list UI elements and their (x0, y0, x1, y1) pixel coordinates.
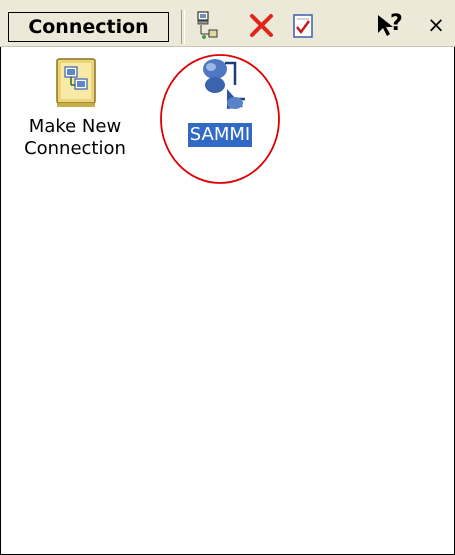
make-new-connection-label-line1: Make New (28, 116, 122, 137)
toolbar-separator (181, 10, 185, 44)
close-button[interactable]: × (421, 9, 451, 43)
make-new-connection-item[interactable]: Make New Connection (10, 55, 140, 161)
annotation-circle (160, 54, 280, 184)
network-properties-icon (197, 11, 218, 39)
select-all-button[interactable] (288, 9, 318, 43)
make-new-connection-icon (56, 58, 96, 107)
network-properties-button[interactable] (192, 9, 222, 43)
close-icon: × (427, 13, 445, 37)
command-bar: Connection ? × (0, 0, 455, 47)
delete-button[interactable] (245, 9, 279, 43)
connection-menu-button[interactable]: Connection (8, 12, 169, 42)
help-button[interactable]: ? (374, 9, 408, 43)
delete-icon (250, 14, 273, 37)
select-all-icon (293, 14, 313, 38)
make-new-connection-label-line2: Connection (24, 138, 126, 159)
help-label: ? (390, 11, 403, 36)
